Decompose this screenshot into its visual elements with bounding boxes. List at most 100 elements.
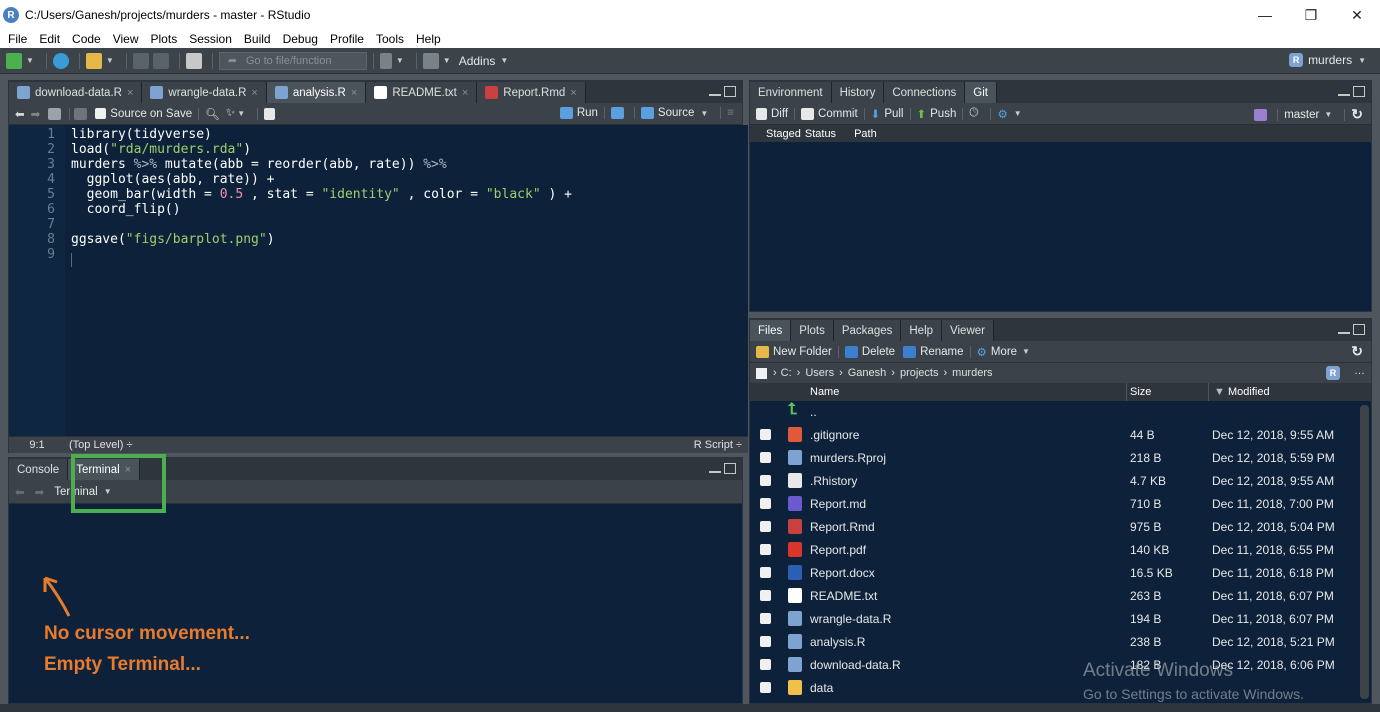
push-button[interactable]: Push [930,108,956,120]
addins-menu[interactable]: Addins [459,54,496,68]
tab-plots[interactable]: Plots [791,320,834,341]
close-tab-icon[interactable]: × [351,87,357,99]
column-name[interactable]: Name [810,386,839,398]
gear-dropdown-icon[interactable]: ▼ [1014,109,1022,118]
project-menu[interactable]: R murders ▼ [1289,53,1372,67]
minimize-pane-icon[interactable] [1338,324,1350,334]
branch-icon[interactable] [1254,108,1268,121]
show-in-window-icon[interactable] [48,107,62,120]
forward-arrow-icon[interactable]: ➡ [35,485,45,499]
open-file-dropdown-icon[interactable]: ▼ [106,56,114,65]
file-name[interactable]: .gitignore [810,428,859,442]
diff-icon[interactable] [756,107,767,120]
breadcrumb-item[interactable]: projects [900,367,939,379]
file-checkbox[interactable] [760,429,771,440]
code-editor[interactable]: 1 library(tidyverse) 2 load("rda/murders.r… [9,125,748,436]
file-checkbox[interactable] [760,659,771,670]
tab-environment[interactable]: Environment [750,82,832,103]
rerun-icon[interactable] [610,107,624,119]
tab-download-data-r[interactable]: download-data.R × [9,82,143,103]
tab-console[interactable]: Console [9,459,69,480]
menu-tools[interactable]: Tools [376,32,404,46]
column-size[interactable]: Size [1130,386,1151,398]
file-checkbox[interactable] [760,682,771,693]
vcs-dropdown-icon[interactable]: ▼ [396,56,404,65]
minimize-pane-icon[interactable] [1338,86,1350,96]
pull-arrow-icon[interactable]: ⬇ [871,107,881,121]
maximize-pane-icon[interactable] [1353,86,1365,97]
pull-button[interactable]: Pull [884,108,903,120]
back-arrow-icon[interactable]: ⬅ [15,485,25,499]
save-all-icon[interactable] [152,52,169,69]
close-tab-icon[interactable]: × [570,87,576,99]
maximize-button[interactable]: ❐ [1288,0,1334,30]
table-row[interactable]: .Rhistory 4.7 KB Dec 12, 2018, 9:55 AM [750,470,1357,493]
breadcrumb-item[interactable]: murders [952,367,992,379]
file-name[interactable]: murders.Rproj [810,451,886,465]
close-tab-icon[interactable]: × [251,87,257,99]
commit-button[interactable]: Commit [818,108,858,120]
file-checkbox[interactable] [760,636,771,647]
branch-dropdown-icon[interactable]: ▼ [1324,110,1332,119]
file-name[interactable]: .Rhistory [810,474,857,488]
menu-view[interactable]: View [113,32,139,46]
diff-button[interactable]: Diff [771,108,788,120]
file-name[interactable]: Report.md [810,497,866,511]
tab-viewer[interactable]: Viewer [942,320,994,341]
tab-wrangle-data-r[interactable]: wrangle-data.R × [142,82,267,103]
document-outline-icon[interactable] [264,107,276,120]
table-row[interactable]: Report.Rmd 975 B Dec 12, 2018, 5:04 PM [750,516,1357,539]
vcs-icon[interactable] [379,52,392,69]
table-row[interactable]: murders.Rproj 218 B Dec 12, 2018, 5:59 PM [750,447,1357,470]
table-row[interactable]: download-data.R 182 B Dec 12, 2018, 6:06 P… [750,654,1357,677]
close-button[interactable]: ✕ [1334,0,1380,30]
file-checkbox[interactable] [760,544,771,555]
gear-icon[interactable]: ⚙ [977,345,987,359]
column-staged[interactable]: Staged [766,128,801,140]
gear-icon[interactable]: ⚙ [997,107,1007,121]
source-button[interactable]: Source [658,107,694,119]
table-row[interactable]: Report.docx 16.5 KB Dec 11, 2018, 6:18 PM [750,562,1357,585]
tab-packages[interactable]: Packages [833,320,902,341]
menu-profile[interactable]: Profile [330,32,364,46]
maximize-pane-icon[interactable] [1353,324,1365,335]
tab-git[interactable]: Git [965,82,997,103]
maximize-pane-icon[interactable] [724,86,736,97]
push-arrow-icon[interactable]: ⬆ [917,107,927,121]
select-all-checkbox[interactable] [756,367,767,379]
run-icon[interactable] [559,107,573,119]
tab-files[interactable]: Files [750,320,792,341]
delete-button[interactable]: Delete [862,346,895,358]
file-name[interactable]: analysis.R [810,635,865,649]
refresh-icon[interactable]: ↻ [1351,343,1363,360]
file-checkbox[interactable] [760,567,771,578]
outline-toggle-icon[interactable]: ≡ [727,107,734,119]
menu-build[interactable]: Build [244,32,271,46]
tab-connections[interactable]: Connections [884,82,966,103]
open-file-icon[interactable] [85,52,102,69]
source-on-save-checkbox[interactable] [95,108,107,119]
table-row[interactable]: wrangle-data.R 194 B Dec 11, 2018, 6:07 PM [750,608,1357,631]
source-dropdown-icon[interactable]: ▼ [700,109,708,118]
breadcrumb-item[interactable]: Users [805,367,834,379]
menu-help[interactable]: Help [416,32,441,46]
breadcrumb-item[interactable]: C: [781,367,792,379]
rename-icon[interactable] [903,345,917,358]
refresh-icon[interactable]: ↻ [1351,106,1363,123]
new-file-dropdown-icon[interactable]: ▼ [26,56,34,65]
save-icon[interactable] [74,107,88,120]
menu-edit[interactable]: Edit [39,32,60,46]
new-folder-button[interactable]: New Folder [773,346,832,358]
branch-selector[interactable]: master [1284,109,1319,121]
close-tab-icon[interactable]: × [462,87,468,99]
menu-code[interactable]: Code [72,32,101,46]
menu-plots[interactable]: Plots [151,32,178,46]
scope-selector[interactable]: (Top Level) ÷ [69,439,133,451]
addins-dropdown-icon[interactable]: ▼ [500,56,508,65]
file-checkbox[interactable] [760,613,771,624]
new-project-icon[interactable] [52,52,69,69]
commit-icon[interactable] [801,107,815,120]
close-tab-icon[interactable]: × [127,87,133,99]
column-status[interactable]: Status [805,128,836,140]
back-arrow-icon[interactable]: ⬅ [15,107,25,121]
